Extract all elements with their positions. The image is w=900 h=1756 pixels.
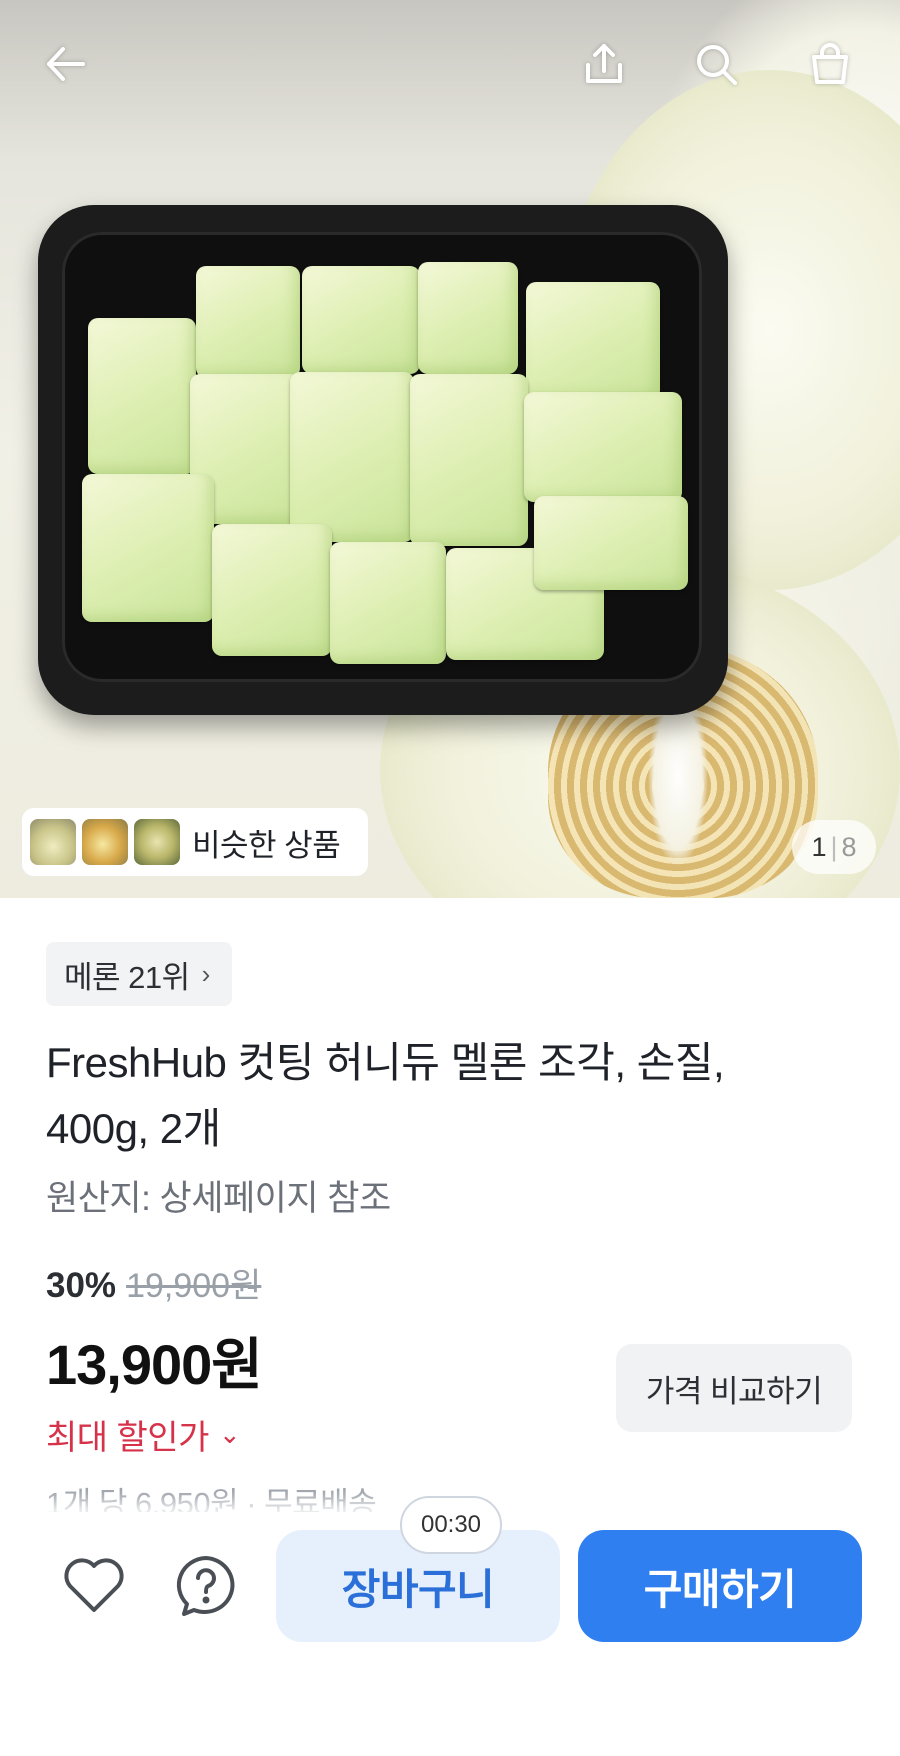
back-button[interactable] bbox=[36, 34, 96, 94]
shopping-bag-icon bbox=[812, 43, 848, 84]
product-image-gallery[interactable]: 비슷한 상품 1 | 8 bbox=[0, 0, 900, 898]
melon-chunk bbox=[330, 542, 446, 664]
image-counter-total: 8 bbox=[841, 831, 857, 862]
melon-chunk bbox=[196, 266, 300, 378]
chevron-down-icon: ⌄ bbox=[218, 1419, 241, 1449]
search-icon bbox=[697, 45, 737, 85]
image-counter: 1 | 8 bbox=[792, 820, 876, 874]
discount-row: 30% 19,900원 bbox=[46, 1258, 261, 1307]
similar-products-button[interactable]: 비슷한 상품 bbox=[22, 808, 368, 876]
melon-chunk bbox=[290, 372, 414, 542]
wishlist-button[interactable] bbox=[54, 1546, 134, 1626]
original-price: 19,900원 bbox=[126, 1267, 262, 1305]
share-button[interactable] bbox=[574, 34, 634, 94]
chevron-right-icon: › bbox=[201, 958, 211, 989]
product-title-line: 400g, 2개 bbox=[46, 1105, 221, 1152]
origin-info: 원산지: 상세페이지 참조 bbox=[46, 1179, 391, 1218]
similar-product-thumbnail bbox=[134, 819, 180, 865]
melon-chunk bbox=[88, 318, 196, 474]
similar-product-thumbnail bbox=[30, 819, 76, 865]
similar-products-label: 비슷한 상품 bbox=[192, 827, 341, 863]
discount-rate: 30% bbox=[46, 1266, 117, 1305]
heart-icon bbox=[64, 1558, 124, 1612]
category-rank-label: 메론 21위 bbox=[64, 959, 190, 995]
question-bubble-icon bbox=[176, 1556, 235, 1616]
melon-chunk bbox=[418, 262, 518, 374]
max-discount-toggle[interactable]: 최대 할인가 ⌄ bbox=[46, 1410, 241, 1459]
arrow-left-icon bbox=[47, 47, 85, 81]
image-counter-current: 1 bbox=[811, 831, 827, 862]
melon-chunk bbox=[302, 266, 420, 374]
buy-now-button[interactable]: 구매하기 bbox=[578, 1530, 862, 1642]
product-title-line: FreshHub 컷팅 허니듀 멜론 조각, 손질, bbox=[46, 1039, 725, 1086]
similar-product-thumbnail bbox=[82, 819, 128, 865]
melon-chunk bbox=[534, 496, 688, 590]
melon-chunk bbox=[212, 524, 332, 656]
share-icon bbox=[586, 44, 622, 83]
melon-chunk bbox=[526, 282, 660, 400]
price-compare-button[interactable]: 가격 비교하기 bbox=[616, 1344, 852, 1432]
inquiry-button[interactable] bbox=[166, 1546, 246, 1626]
product-title: FreshHub 컷팅 허니듀 멜론 조각, 손질, 400g, 2개 bbox=[46, 1030, 826, 1162]
melon-chunk bbox=[82, 474, 214, 622]
category-rank-chip[interactable]: 메론 21위 › bbox=[46, 942, 232, 1006]
cart-bag-button[interactable] bbox=[800, 34, 860, 94]
cart-timer-badge: 00:30 bbox=[400, 1496, 502, 1554]
melon-chunk bbox=[410, 374, 528, 546]
melon-chunk bbox=[524, 392, 682, 502]
sale-price: 13,900원 bbox=[46, 1333, 263, 1396]
search-button[interactable] bbox=[686, 34, 746, 94]
image-counter-separator: | bbox=[830, 831, 838, 862]
max-discount-label: 최대 할인가 bbox=[46, 1419, 209, 1457]
